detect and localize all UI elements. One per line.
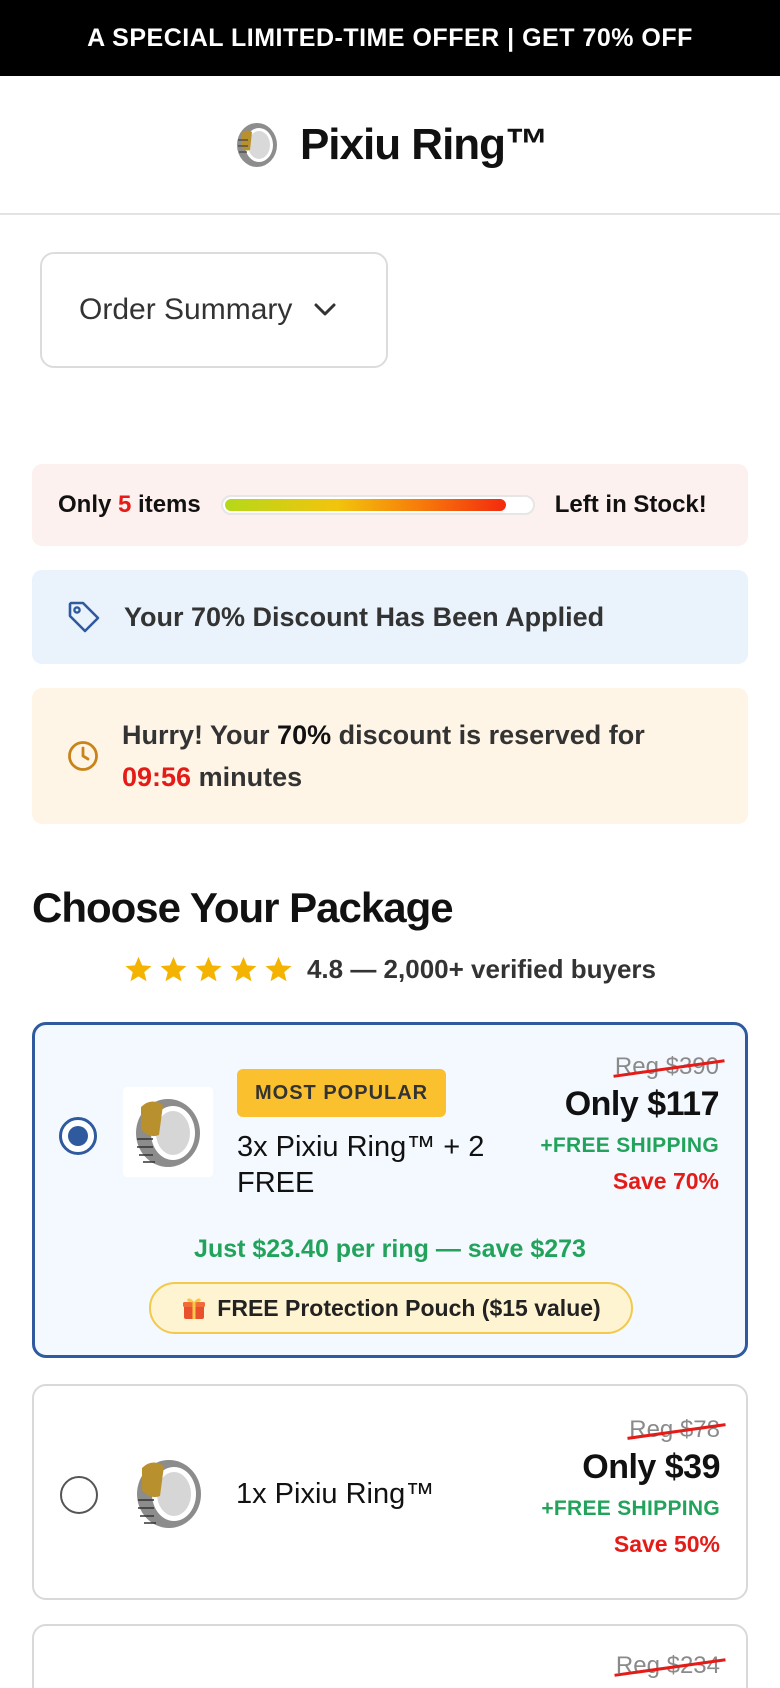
savings-label: Save 50% xyxy=(613,1531,720,1557)
order-summary-label: Order Summary xyxy=(79,293,293,326)
hurry-percent: 70% xyxy=(277,720,332,750)
hurry-middle: discount is reserved for xyxy=(338,720,645,750)
package-title: 1x Pixiu Ring™ xyxy=(236,1478,435,1510)
star-icon xyxy=(265,956,292,982)
stock-prefix: Only xyxy=(58,491,112,518)
announcement-bar: A SPECIAL LIMITED-TIME OFFER | GET 70% O… xyxy=(0,0,780,76)
rating-stars xyxy=(124,955,293,984)
package-price: Reg $234 xyxy=(616,1652,720,1680)
clock-icon xyxy=(68,741,98,771)
brand-name[interactable]: Pixiu Ring™ xyxy=(300,120,549,170)
star-icon xyxy=(160,956,187,982)
ring-logo-icon xyxy=(236,122,277,167)
package-price: Reg $78 Only $39 +FREE SHIPPING Save 50% xyxy=(541,1416,720,1558)
package-radio-unselected[interactable] xyxy=(60,1476,98,1514)
most-popular-badge: MOST POPULAR xyxy=(237,1069,447,1117)
pouch-text: FREE Protection Pouch ($15 value) xyxy=(217,1294,601,1321)
ring-product-image xyxy=(123,1087,213,1177)
hurry-lead: Hurry! Your xyxy=(122,720,270,750)
countdown-timer: 09:56 xyxy=(122,762,192,792)
package-radio-selected[interactable] xyxy=(59,1117,97,1155)
discount-text: Your 70% Discount Has Been Applied xyxy=(124,601,605,632)
free-pouch-bonus: FREE Protection Pouch ($15 value) xyxy=(149,1282,633,1334)
reservation-text: Hurry! Your 70% discount is reserved for… xyxy=(122,714,645,798)
stock-indicator: Only 5 items Left in Stock! xyxy=(32,464,748,546)
package-option-partial[interactable]: Reg $234 xyxy=(32,1624,748,1688)
rating-text: 4.8 — 2,000+ verified buyers xyxy=(306,954,657,984)
per-ring-price: Just $23.40 per ring — save $273 xyxy=(194,1235,586,1263)
package-price: Reg $390 Only $117 +FREE SHIPPING Save 7… xyxy=(540,1053,719,1195)
free-shipping-label: +FREE SHIPPING xyxy=(540,1134,719,1157)
tag-icon xyxy=(68,601,100,633)
order-summary-toggle[interactable]: Order Summary xyxy=(40,252,388,368)
stock-progress-fill xyxy=(224,499,506,511)
savings-label: Save 70% xyxy=(612,1168,719,1194)
regular-price: Reg $390 xyxy=(614,1053,719,1080)
package-option-1x[interactable]: 1x Pixiu Ring™ Reg $78 Only $39 +FREE SH… xyxy=(32,1384,748,1600)
stock-progress-bar xyxy=(220,495,535,515)
free-shipping-label: +FREE SHIPPING xyxy=(541,1497,720,1520)
package-option-3x[interactable]: MOST POPULAR 3x Pixiu Ring™ + 2 FREE Reg… xyxy=(32,1022,748,1358)
star-icon xyxy=(230,956,257,982)
sale-price: Only $39 xyxy=(582,1448,720,1486)
rating-row: 4.8 — 2,000+ verified buyers xyxy=(0,954,780,985)
reservation-timer-banner: Hurry! Your 70% discount is reserved for… xyxy=(32,688,748,824)
site-header: Pixiu Ring™ xyxy=(0,76,780,215)
chevron-down-icon xyxy=(314,303,336,316)
packages-heading: Choose Your Package xyxy=(32,884,454,931)
ring-product-image xyxy=(124,1448,214,1538)
discount-applied-banner: Your 70% Discount Has Been Applied xyxy=(32,570,748,664)
stock-count: 5 xyxy=(118,491,132,518)
regular-price: Reg $78 xyxy=(629,1416,720,1443)
gift-icon xyxy=(183,1298,206,1319)
star-icon xyxy=(195,956,222,982)
regular-price: Reg $234 xyxy=(615,1652,720,1679)
stock-right-label: Left in Stock! xyxy=(554,491,707,518)
announcement-text: A SPECIAL LIMITED-TIME OFFER | GET 70% O… xyxy=(87,23,693,52)
package-title: 3x Pixiu Ring™ + 2 FREE xyxy=(237,1131,485,1199)
stock-suffix: items xyxy=(138,491,201,518)
star-icon xyxy=(125,956,152,982)
hurry-unit: minutes xyxy=(198,762,303,792)
sale-price: Only $117 xyxy=(564,1085,720,1123)
